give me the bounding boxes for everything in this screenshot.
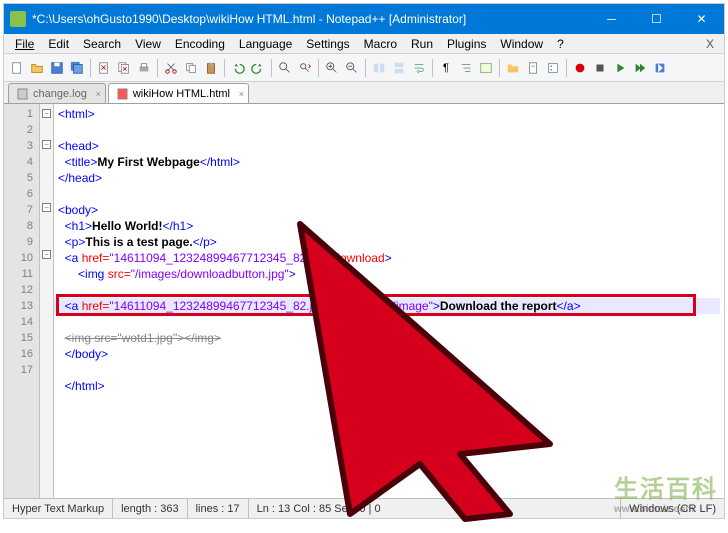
show-chars-icon[interactable]: ¶ xyxy=(437,59,455,77)
menu-run[interactable]: Run xyxy=(404,35,440,53)
redo-icon[interactable] xyxy=(249,59,267,77)
play-multi-icon[interactable] xyxy=(631,59,649,77)
status-length: length : 363 xyxy=(113,499,188,518)
code-line[interactable]: </head> xyxy=(58,171,102,185)
tab-close-icon[interactable]: × xyxy=(96,89,101,99)
menu-edit[interactable]: Edit xyxy=(41,35,76,53)
app-window: *C:\Users\ohGusto1990\Desktop\wikiHow HT… xyxy=(4,4,724,518)
titlebar[interactable]: *C:\Users\ohGusto1990\Desktop\wikiHow HT… xyxy=(4,4,724,34)
folder-icon[interactable] xyxy=(504,59,522,77)
line-number-gutter: 1234567891011121314151617 xyxy=(4,104,40,498)
fold-toggle[interactable]: − xyxy=(42,140,51,149)
copy-icon[interactable] xyxy=(182,59,200,77)
code-line[interactable]: <title>My First Webpage</html> xyxy=(58,155,240,169)
open-file-icon[interactable] xyxy=(28,59,46,77)
fold-toggle[interactable]: − xyxy=(42,203,51,212)
tab[interactable]: wikiHow HTML.html × xyxy=(108,83,249,103)
menu-help[interactable]: ? xyxy=(550,35,571,53)
undo-icon[interactable] xyxy=(229,59,247,77)
zoom-out-icon[interactable] xyxy=(343,59,361,77)
func-list-icon[interactable] xyxy=(544,59,562,77)
menu-plugins[interactable]: Plugins xyxy=(440,35,493,53)
code-line[interactable]: </html> xyxy=(58,379,105,393)
menu-settings[interactable]: Settings xyxy=(299,35,356,53)
code-line[interactable]: <p>This is a test page.</p> xyxy=(58,235,217,249)
minimize-button[interactable]: ─ xyxy=(589,4,634,34)
new-file-icon[interactable] xyxy=(8,59,26,77)
close-all-icon[interactable] xyxy=(115,59,133,77)
fold-toggle[interactable]: − xyxy=(42,109,51,118)
fold-gutter[interactable]: − − − − xyxy=(40,104,54,498)
menu-language[interactable]: Language xyxy=(232,35,299,53)
code-line[interactable]: <img src="wotd1.jpg"></img> xyxy=(58,331,221,345)
sync-v-icon[interactable] xyxy=(370,59,388,77)
record-icon[interactable] xyxy=(571,59,589,77)
tab-close-icon[interactable]: × xyxy=(239,89,244,99)
close-button[interactable]: ✕ xyxy=(679,4,724,34)
menu-file[interactable]: File xyxy=(8,35,41,53)
menu-encoding[interactable]: Encoding xyxy=(168,35,232,53)
code-line[interactable]: <head> xyxy=(58,139,99,153)
file-icon xyxy=(17,88,29,100)
status-eol: Windows (CR LF) xyxy=(621,499,724,518)
app-icon xyxy=(10,11,26,27)
code-line[interactable]: <body> xyxy=(58,203,98,217)
indent-guide-icon[interactable] xyxy=(457,59,475,77)
save-all-icon[interactable] xyxy=(68,59,86,77)
menubar-close-icon[interactable]: X xyxy=(700,37,720,51)
statusbar: Hyper Text Markup length : 363 lines : 1… xyxy=(4,498,724,518)
doc-map-icon[interactable] xyxy=(524,59,542,77)
code-line[interactable]: <h1>Hello World!</h1> xyxy=(58,219,193,233)
code-line[interactable]: <a href="14611094_12324899467712345_82.j… xyxy=(54,298,720,314)
code-line[interactable]: <a href="14611094_12324899467712345_82.j… xyxy=(58,251,392,265)
zoom-in-icon[interactable] xyxy=(323,59,341,77)
close-file-icon[interactable] xyxy=(95,59,113,77)
tab[interactable]: change.log × xyxy=(8,83,106,103)
save-icon[interactable] xyxy=(48,59,66,77)
wrap-icon[interactable] xyxy=(410,59,428,77)
menu-macro[interactable]: Macro xyxy=(357,35,404,53)
code-line[interactable]: </body> xyxy=(58,347,108,361)
file-icon xyxy=(117,88,129,100)
stop-icon[interactable] xyxy=(591,59,609,77)
editor-area[interactable]: 1234567891011121314151617 − − − − <html> <h… xyxy=(4,104,724,498)
status-language: Hyper Text Markup xyxy=(4,499,113,518)
window-title: *C:\Users\ohGusto1990\Desktop\wikiHow HT… xyxy=(32,12,589,26)
save-macro-icon[interactable] xyxy=(651,59,669,77)
play-icon[interactable] xyxy=(611,59,629,77)
tab-label: wikiHow HTML.html xyxy=(133,88,230,100)
tabbar: change.log × wikiHow HTML.html × xyxy=(4,82,724,104)
code-line[interactable]: <img src="/images/downloadbutton.jpg"> xyxy=(58,267,296,281)
maximize-button[interactable]: ☐ xyxy=(634,4,679,34)
print-icon[interactable] xyxy=(135,59,153,77)
status-lines: lines : 17 xyxy=(188,499,249,518)
menubar: File Edit Search View Encoding Language … xyxy=(4,34,724,54)
code-line[interactable]: <html> xyxy=(58,107,95,121)
find-icon[interactable] xyxy=(276,59,294,77)
replace-icon[interactable] xyxy=(296,59,314,77)
tab-label: change.log xyxy=(33,88,87,100)
status-position: Ln : 13 Col : 85 Sel : 0 | 0 xyxy=(249,499,622,518)
fold-toggle[interactable]: − xyxy=(42,250,51,259)
menu-search[interactable]: Search xyxy=(76,35,128,53)
menu-view[interactable]: View xyxy=(128,35,168,53)
menu-window[interactable]: Window xyxy=(493,35,550,53)
toolbar: ¶ xyxy=(4,54,724,82)
paste-icon[interactable] xyxy=(202,59,220,77)
cut-icon[interactable] xyxy=(162,59,180,77)
sync-h-icon[interactable] xyxy=(390,59,408,77)
code-content[interactable]: <html> <head> <title>My First Webpage</h… xyxy=(54,104,724,498)
lang-icon[interactable] xyxy=(477,59,495,77)
